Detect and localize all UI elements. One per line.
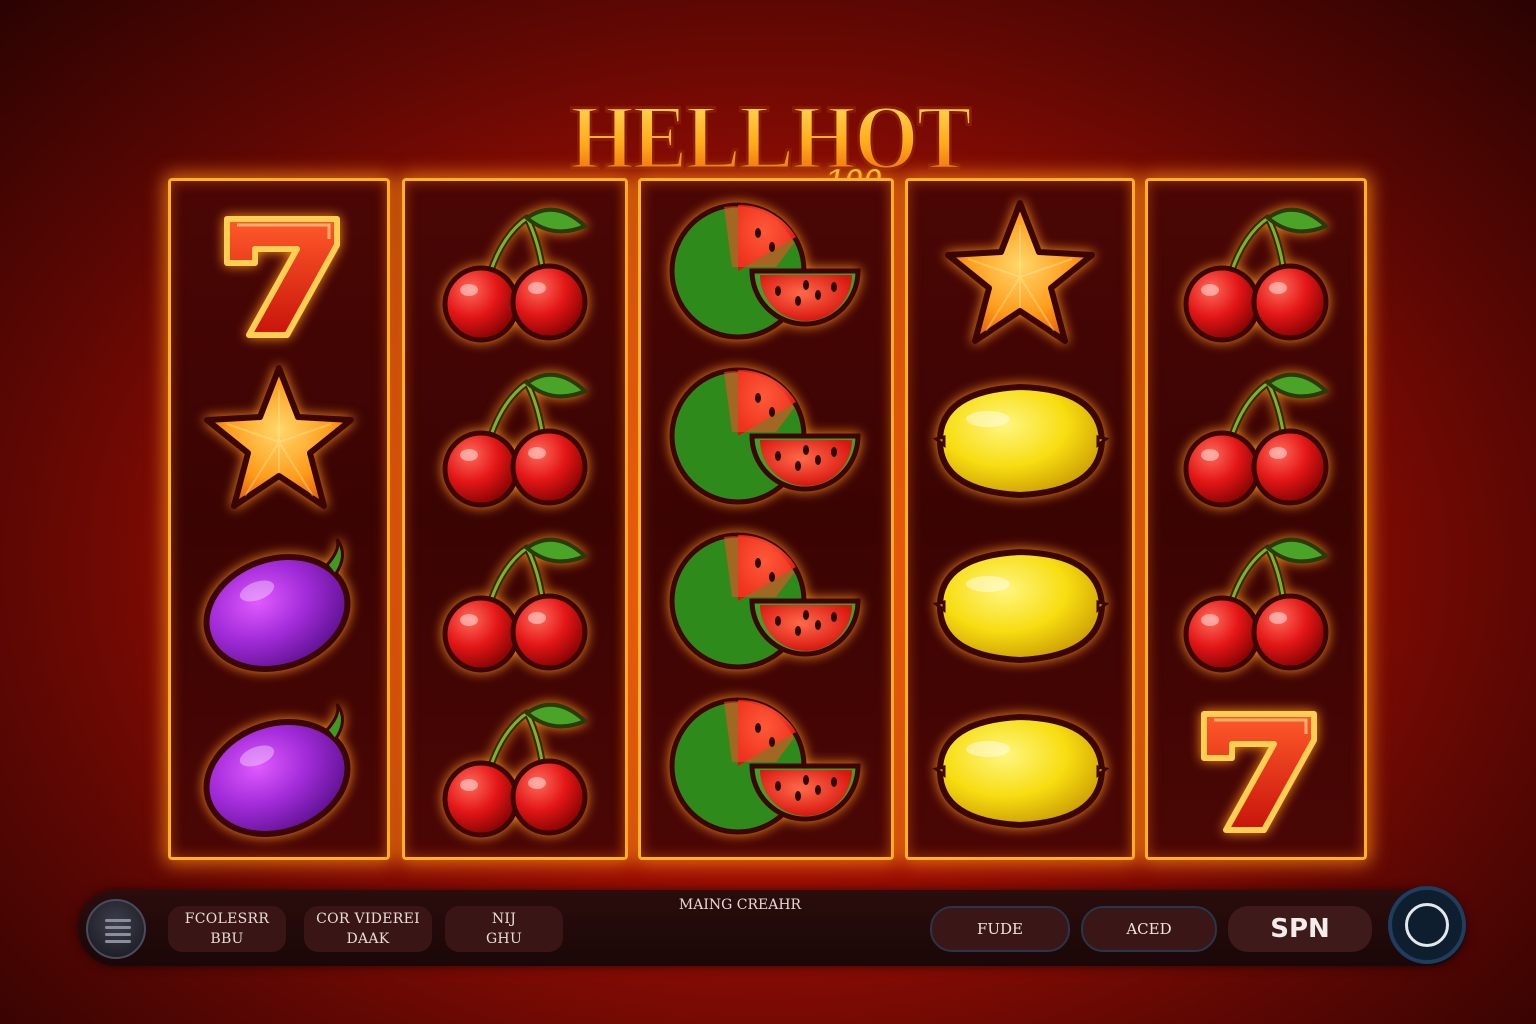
cherry-icon bbox=[402, 357, 628, 522]
watermelon-icon bbox=[638, 522, 894, 687]
seven-icon bbox=[1145, 687, 1367, 852]
autoplay-button[interactable] bbox=[1388, 886, 1466, 964]
info-pill-3[interactable]: NIJ GHU bbox=[445, 906, 563, 952]
seven-icon bbox=[168, 192, 390, 357]
fude-button[interactable]: FUDE bbox=[930, 906, 1070, 952]
star-icon bbox=[905, 192, 1135, 357]
info-pill-2[interactable]: COR VIDEREI DAAK bbox=[304, 906, 432, 952]
aced-button[interactable]: ACED bbox=[1081, 906, 1217, 952]
info-pill-1[interactable]: FCOLESRR BBU bbox=[168, 906, 286, 952]
spin-button[interactable]: SPN bbox=[1228, 906, 1372, 952]
logo-title: HELLHOT bbox=[570, 86, 971, 188]
plum-icon bbox=[168, 522, 390, 687]
cherry-icon bbox=[402, 522, 628, 687]
lemon-icon bbox=[905, 522, 1135, 687]
cherry-icon bbox=[402, 192, 628, 357]
cherry-icon bbox=[1145, 522, 1367, 687]
plum-icon bbox=[168, 687, 390, 852]
pill-1-line1: FCOLESRR bbox=[184, 911, 270, 927]
cherry-icon bbox=[1145, 192, 1367, 357]
pill-1-line2: BBU bbox=[210, 931, 244, 947]
pill-2-line1: COR VIDEREI bbox=[316, 911, 420, 927]
cherry-icon bbox=[402, 687, 628, 852]
pill-3-line1: NIJ bbox=[491, 911, 517, 927]
watermelon-icon bbox=[638, 192, 894, 357]
lemon-icon bbox=[905, 357, 1135, 522]
center-status-label: MAING CREAHR bbox=[678, 897, 802, 913]
watermelon-icon bbox=[638, 687, 894, 852]
star-icon bbox=[168, 357, 390, 522]
pill-2-line2: DAAK bbox=[346, 931, 390, 947]
cherry-icon bbox=[1145, 357, 1367, 522]
circle-icon bbox=[1405, 903, 1449, 947]
lemon-icon bbox=[905, 687, 1135, 852]
watermelon-icon bbox=[638, 357, 894, 522]
pill-3-line2: GHU bbox=[485, 931, 523, 947]
hamburger-icon[interactable] bbox=[86, 899, 146, 959]
